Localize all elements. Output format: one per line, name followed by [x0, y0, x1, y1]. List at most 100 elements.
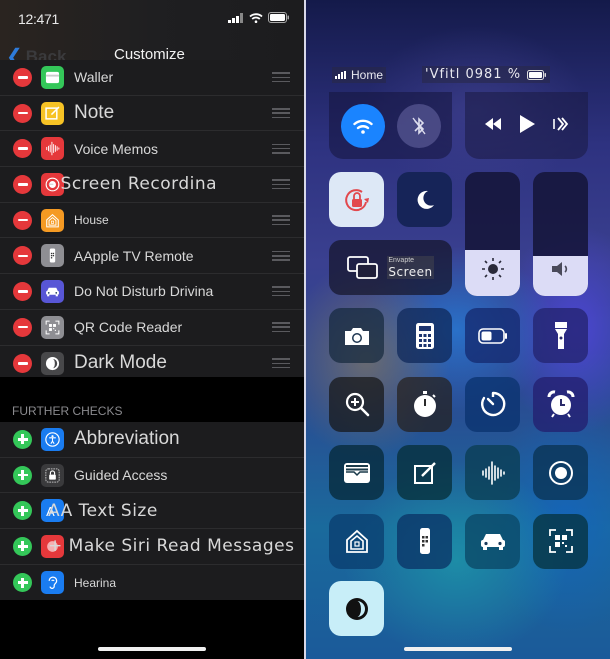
screen-mirroring-button[interactable]: Envapte Screen	[329, 240, 452, 295]
screen-mirroring-label: Screen	[387, 265, 434, 279]
flashlight-button[interactable]	[533, 308, 588, 363]
qr-code-icon	[41, 315, 64, 339]
alarm-button[interactable]	[533, 376, 588, 432]
add-control-button[interactable]	[13, 536, 32, 556]
car-icon	[41, 279, 64, 303]
control-label: QR Code Reader	[74, 319, 183, 336]
control-row[interactable]: - Screen Recordina	[0, 167, 304, 203]
control-row[interactable]: Note	[0, 96, 304, 132]
add-control-button[interactable]	[13, 501, 32, 521]
volume-slider[interactable]	[533, 172, 588, 296]
control-row[interactable]: A AA Text Size	[0, 493, 304, 530]
calculator-button[interactable]	[397, 308, 452, 363]
wallet-icon	[41, 65, 64, 89]
home-indicator[interactable]	[404, 647, 512, 651]
speaker-icon	[551, 262, 567, 276]
reorder-handle-icon[interactable]	[272, 250, 290, 261]
qr-code-icon	[548, 528, 574, 554]
magnifier-button[interactable]	[329, 376, 384, 432]
carrier-name: Home	[351, 68, 384, 82]
apple-tv-remote-icon	[418, 527, 432, 555]
camera-button[interactable]	[329, 308, 384, 363]
connectivity-module	[329, 92, 452, 159]
control-label: House	[74, 213, 109, 228]
control-row[interactable]: AApple TV Remote	[0, 238, 304, 275]
media-module	[465, 92, 588, 159]
airplay-audio-icon[interactable]	[552, 115, 570, 133]
remove-control-button[interactable]	[13, 103, 32, 123]
reorder-handle-icon[interactable]	[272, 179, 290, 190]
control-label: + Make Siri Read Messages	[48, 536, 295, 557]
control-label: Voice Memos	[74, 140, 159, 157]
wallet-button[interactable]	[329, 445, 384, 500]
control-row[interactable]: + Make Siri Read Messages	[0, 529, 304, 565]
wifi-toggle[interactable]	[341, 104, 385, 148]
add-control-button[interactable]	[13, 465, 32, 485]
camera-icon	[343, 325, 371, 347]
control-row[interactable]: Voice Memos	[0, 131, 304, 168]
low-power-mode-button[interactable]	[465, 308, 520, 363]
add-control-button[interactable]	[13, 429, 32, 449]
car-button[interactable]	[465, 513, 520, 569]
play-icon[interactable]	[518, 114, 536, 134]
bluetooth-toggle[interactable]	[397, 104, 441, 148]
control-row[interactable]: Do Not Disturb Drivina	[0, 274, 304, 310]
remove-control-button[interactable]	[13, 246, 32, 266]
bluetooth-off-icon	[412, 117, 426, 135]
remove-control-button[interactable]	[13, 317, 32, 337]
screen-mirroring-small-label: Envapte	[387, 256, 434, 265]
control-label: Note	[74, 102, 115, 124]
reorder-handle-icon[interactable]	[272, 322, 290, 333]
wallet-icon	[343, 461, 371, 485]
reorder-handle-icon[interactable]	[272, 358, 290, 369]
control-center-status-bar: Home 'Vfitl 0981 %	[306, 64, 610, 86]
orientation-lock-icon	[344, 188, 369, 211]
control-row[interactable]: Waller	[0, 60, 304, 96]
remove-control-button[interactable]	[13, 174, 32, 194]
control-label: Do Not Disturb Drivina	[74, 283, 214, 300]
remove-control-button[interactable]	[13, 67, 32, 87]
battery-icon	[527, 69, 547, 80]
status-time: 12:471	[18, 11, 60, 27]
qr-code-button[interactable]	[533, 513, 588, 569]
rewind-icon[interactable]	[483, 117, 503, 131]
hearing-icon	[41, 571, 64, 595]
remove-control-button[interactable]	[13, 139, 32, 159]
voice-memos-button[interactable]	[465, 445, 520, 500]
screen-recording-icon	[548, 460, 574, 486]
control-label: Waller	[74, 69, 114, 86]
remove-control-button[interactable]	[13, 281, 32, 301]
control-row[interactable]: Hearina	[0, 565, 304, 601]
stopwatch-button[interactable]	[397, 376, 452, 432]
control-row[interactable]: House	[0, 203, 304, 239]
flashlight-icon	[554, 321, 568, 351]
brightness-slider[interactable]	[465, 172, 520, 296]
home-indicator[interactable]	[98, 647, 206, 651]
status-bar: 12:471	[0, 0, 304, 40]
timer-button[interactable]	[465, 376, 520, 432]
remove-control-button[interactable]	[13, 210, 32, 230]
reorder-handle-icon[interactable]	[272, 215, 290, 226]
note-icon	[41, 101, 64, 125]
dark-mode-toggle[interactable]	[329, 581, 384, 636]
add-control-button[interactable]	[13, 573, 32, 593]
control-row[interactable]: Abbreviation	[0, 422, 304, 458]
apple-tv-remote-button[interactable]	[397, 513, 452, 569]
guided-access-icon	[41, 463, 64, 487]
home-button[interactable]	[329, 513, 384, 569]
control-row[interactable]: QR Code Reader	[0, 310, 304, 346]
control-row[interactable]: Dark Mode	[0, 346, 304, 382]
notes-icon	[412, 460, 438, 486]
do-not-disturb-toggle[interactable]	[397, 172, 452, 227]
remove-control-button[interactable]	[13, 353, 32, 373]
notes-button[interactable]	[397, 445, 452, 500]
reorder-handle-icon[interactable]	[272, 72, 290, 83]
control-row[interactable]: Guided Access	[0, 458, 304, 494]
wifi-icon	[353, 119, 373, 134]
reorder-handle-icon[interactable]	[272, 143, 290, 154]
reorder-handle-icon[interactable]	[272, 286, 290, 297]
battery-icon	[268, 12, 289, 23]
screen-recording-button[interactable]	[533, 445, 588, 500]
reorder-handle-icon[interactable]	[272, 108, 290, 119]
orientation-lock-toggle[interactable]	[329, 172, 384, 227]
